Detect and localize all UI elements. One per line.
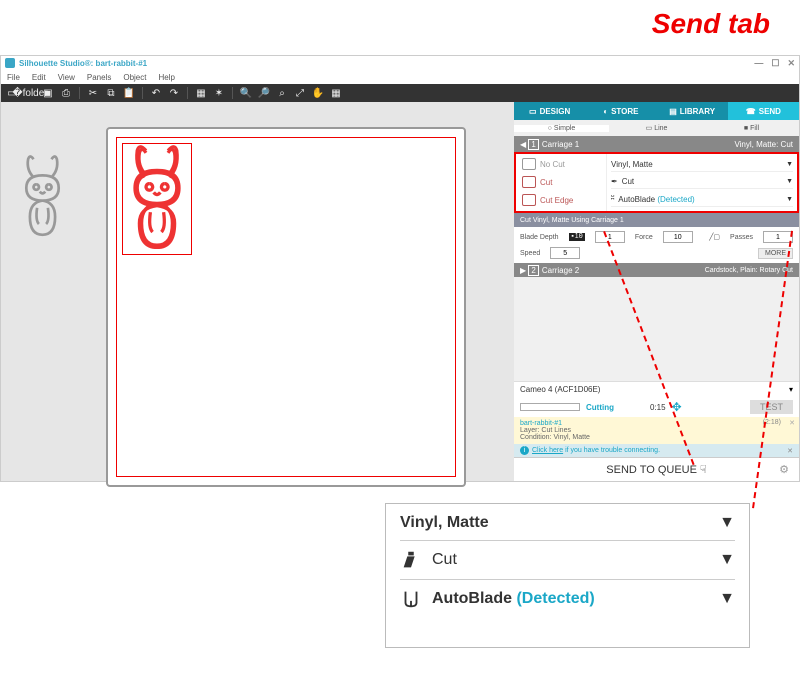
pointer-icon: ☟	[700, 464, 707, 476]
menu-panels[interactable]: Panels	[87, 73, 111, 82]
option-cut-edge[interactable]: Cut Edge	[522, 194, 600, 206]
passes-label: Passes	[730, 234, 753, 241]
speed-label: Speed	[520, 250, 540, 257]
carriage-1-header[interactable]: ◀ 1 Carriage 1 Vinyl, Matte: Cut	[514, 136, 799, 152]
subtab-simple[interactable]: ○ Simple	[514, 125, 609, 132]
menu-object[interactable]: Object	[123, 73, 146, 82]
cut-settings-box: No Cut Cut Cut Edge Vinyl, Matte▼ ✒Cut▼ …	[514, 152, 799, 213]
gear-icon[interactable]: ⚙	[779, 463, 789, 476]
close-icon[interactable]: ✕	[787, 447, 793, 455]
pan-icon[interactable]: ✋	[311, 86, 325, 100]
device-row: Cameo 4 (ACF1D06E) ▾	[514, 381, 799, 397]
params-header: Cut Vinyl, Matte Using Carriage 1	[514, 213, 799, 227]
select-icon[interactable]: ▦	[194, 86, 208, 100]
send-panel: ▭ DESIGN ◐ STORE ▤ LIBRARY ☎ SEND ○ Simp…	[514, 102, 799, 481]
tab-design[interactable]: ▭ DESIGN	[514, 102, 585, 120]
zoom-out-icon[interactable]: 🔎	[257, 86, 271, 100]
chevron-down-icon: ▼	[786, 161, 793, 168]
help-row[interactable]: i Click here if you have trouble connect…	[514, 444, 799, 457]
annotation-send-tab: Send tab	[652, 8, 770, 40]
paste-icon[interactable]: 📋	[122, 86, 136, 100]
menu-edit[interactable]: Edit	[32, 73, 46, 82]
print-icon[interactable]: ⎙	[59, 86, 73, 100]
close-icon[interactable]: ✕	[789, 419, 795, 427]
tab-store[interactable]: ◐ STORE	[585, 102, 656, 120]
line-segment-icon[interactable]: ╱▢	[709, 233, 720, 241]
pen-icon	[400, 549, 422, 571]
blade-icon	[400, 588, 422, 610]
carriage-arrow-icon: ◀	[520, 140, 526, 149]
no-cut-icon	[522, 158, 536, 170]
menu-file[interactable]: File	[7, 73, 20, 82]
carriage-2-header[interactable]: ▶ 2 Carriage 2 Cardstock, Plain: Rotary …	[514, 263, 799, 277]
tool-dropdown[interactable]: ⎶ AutoBlade (Detected) ▼	[611, 192, 793, 207]
chevron-down-icon: ▼	[719, 590, 735, 608]
force-input[interactable]	[663, 231, 693, 243]
test-button[interactable]: TEST	[750, 400, 793, 414]
material-dropdown[interactable]: Vinyl, Matte▼	[611, 158, 793, 172]
callout-zoom-box: Vinyl, Matte ▼ Cut ▼ AutoBlade (Detected…	[385, 503, 750, 648]
window-max-button[interactable]: ☐	[771, 58, 779, 69]
chevron-down-icon: ▼	[719, 514, 735, 532]
speed-input[interactable]	[550, 247, 580, 259]
callout-action-dropdown[interactable]: Cut ▼	[400, 549, 735, 580]
chevron-down-icon[interactable]: ▾	[789, 385, 793, 394]
chevron-down-icon: ▼	[786, 196, 793, 203]
design-thumbnail[interactable]	[15, 152, 70, 242]
zoom-fit-icon[interactable]: ⤢	[293, 86, 307, 100]
action-dropdown[interactable]: ✒Cut▼	[611, 175, 793, 189]
info-icon: i	[520, 446, 529, 455]
job-info-panel: ✕ bart-rabbit-#1 (2:18) Layer: Cut Lines…	[514, 417, 799, 444]
redo-icon[interactable]: ↷	[167, 86, 181, 100]
chevron-down-icon: ▼	[719, 551, 735, 569]
save-icon[interactable]: ▣	[41, 86, 55, 100]
device-thumb-icon	[520, 403, 580, 411]
window-min-button[interactable]: —	[754, 58, 763, 69]
cut-icon[interactable]: ✂	[86, 86, 100, 100]
blade-icon: ⎶	[611, 194, 614, 204]
grid-icon[interactable]: ▦	[329, 86, 343, 100]
app-icon	[5, 58, 15, 68]
select-all-icon[interactable]: ✶	[212, 86, 226, 100]
blade-depth-label: Blade Depth	[520, 234, 559, 241]
callout-material-dropdown[interactable]: Vinyl, Matte ▼	[400, 514, 735, 541]
option-no-cut[interactable]: No Cut	[522, 158, 600, 170]
menu-view[interactable]: View	[58, 73, 75, 82]
menu-help[interactable]: Help	[158, 73, 174, 82]
cut-icon	[522, 176, 536, 188]
copy-icon[interactable]: ⧉	[104, 86, 118, 100]
tab-library[interactable]: ▤ LIBRARY	[657, 102, 728, 120]
open-file-icon[interactable]: �folder	[23, 86, 37, 100]
cut-edge-icon	[522, 194, 536, 206]
zoom-in-icon[interactable]: 🔍	[239, 86, 253, 100]
selection-box[interactable]	[122, 143, 192, 255]
chevron-down-icon: ▼	[786, 178, 793, 185]
progress-row: Cutting 0:15 ✥ TEST	[514, 397, 799, 417]
tab-send[interactable]: ☎ SEND	[728, 102, 799, 120]
window-close-button[interactable]: ✕	[787, 58, 795, 69]
subtab-line[interactable]: ▭ Line	[609, 124, 704, 132]
canvas-area[interactable]	[1, 102, 514, 481]
app-window: Silhouette Studio®: bart-rabbit-#1 — ☐ ✕…	[0, 55, 800, 482]
undo-icon[interactable]: ↶	[149, 86, 163, 100]
cutting-mat[interactable]	[106, 127, 466, 487]
zoom-select-icon[interactable]: ⌕	[275, 86, 289, 100]
send-to-queue-button[interactable]: SEND TO QUEUE ☟	[606, 463, 706, 476]
blade-depth-input[interactable]	[595, 231, 625, 243]
pen-icon: ✒	[611, 177, 618, 186]
option-cut[interactable]: Cut	[522, 176, 600, 188]
force-label: Force	[635, 234, 653, 241]
callout-tool-dropdown[interactable]: AutoBlade (Detected) ▼	[400, 588, 735, 610]
title-bar: Silhouette Studio®: bart-rabbit-#1 — ☐ ✕	[1, 56, 799, 70]
toolbar: ▭ �folder ▣ ⎙ ✂ ⧉ 📋 ↶ ↷ ▦ ✶ 🔍 🔎 ⌕ ⤢ ✋ ▦	[1, 84, 799, 102]
menu-bar[interactable]: File Edit View Panels Object Help	[1, 70, 799, 84]
subtab-fill[interactable]: ■ Fill	[704, 125, 799, 132]
carriage-arrow-icon: ▶	[520, 266, 526, 275]
cut-params: Blade Depth ▪10 Force ╱▢ Passes Speed MO…	[514, 227, 799, 263]
title-text: Silhouette Studio®: bart-rabbit-#1	[19, 59, 147, 68]
